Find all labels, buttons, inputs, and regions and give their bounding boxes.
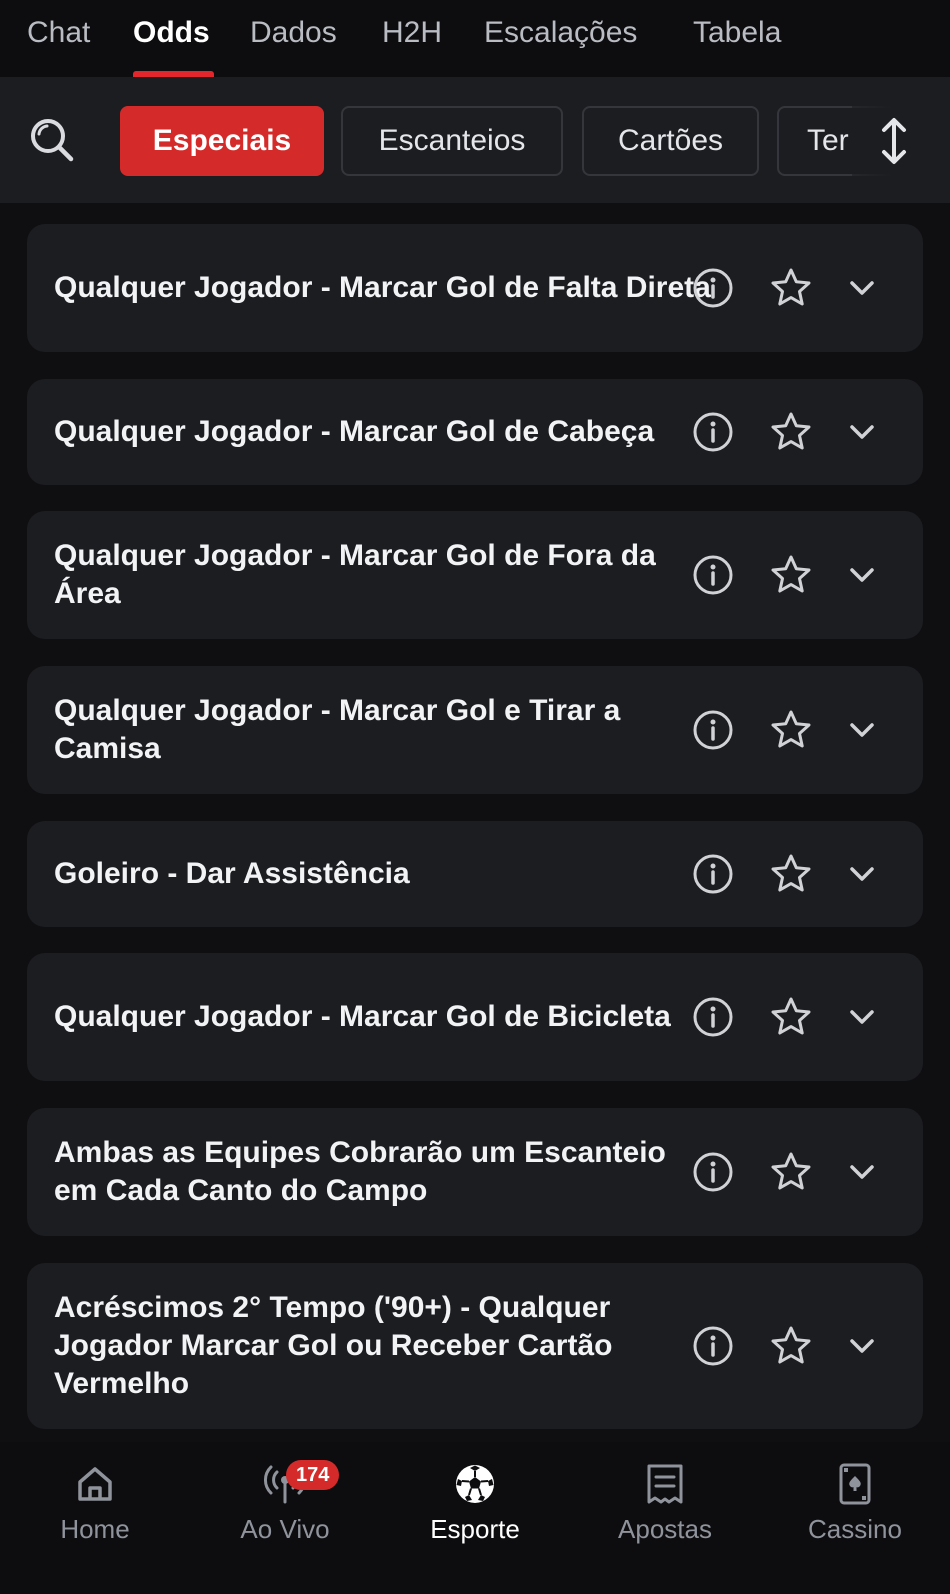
expand-button[interactable] (847, 715, 877, 745)
expand-button[interactable] (847, 1157, 877, 1187)
info-icon (693, 854, 733, 894)
chevron-down-icon (850, 568, 874, 582)
info-icon (693, 412, 733, 452)
nav-esporte-label: Esporte (430, 1514, 520, 1544)
market-card[interactable]: Ambas as Equipes Cobrarão um Escanteio e… (27, 1108, 923, 1236)
market-title: Qualquer Jogador - Marcar Gol de Falta D… (54, 271, 711, 304)
star-icon (771, 412, 811, 450)
market-title: Acréscimos 2° Tempo ('90+) - Qualquer Jo… (54, 1291, 613, 1400)
bet-slip-icon (647, 1464, 683, 1504)
chevron-down-icon (850, 1010, 874, 1024)
favorite-button[interactable] (768, 552, 814, 598)
live-count-badge: 174 (286, 1460, 340, 1490)
info-icon (693, 555, 733, 595)
expand-button[interactable] (847, 859, 877, 889)
nav-home[interactable]: Home (20, 1462, 170, 1545)
market-title: Qualquer Jogador - Marcar Gol de Fora da… (54, 539, 656, 610)
soccer-ball-icon (456, 1465, 494, 1503)
filter-chip-escanteios[interactable]: Escanteios (341, 106, 563, 176)
market-title: Ambas as Equipes Cobrarão um Escanteio e… (54, 1136, 666, 1207)
market-card[interactable]: Qualquer Jogador - Marcar Gol e Tirar a … (27, 666, 923, 794)
market-card[interactable]: Qualquer Jogador - Marcar Gol de Fora da… (27, 511, 923, 639)
market-title: Goleiro - Dar Assistência (54, 857, 410, 890)
info-button[interactable] (691, 266, 735, 310)
market-card[interactable]: Acréscimos 2° Tempo ('90+) - Qualquer Jo… (27, 1263, 923, 1429)
playing-card-icon (839, 1463, 871, 1505)
info-button[interactable] (691, 1324, 735, 1368)
tab-h2h[interactable]: H2H (382, 16, 442, 50)
info-button[interactable] (691, 410, 735, 454)
star-icon (771, 268, 811, 306)
info-button[interactable] (691, 553, 735, 597)
search-icon (31, 119, 74, 162)
favorite-button[interactable] (768, 1323, 814, 1369)
tab-odds[interactable]: Odds (133, 16, 210, 50)
favorite-button[interactable] (768, 1149, 814, 1195)
nav-cassino-label: Cassino (808, 1514, 902, 1544)
star-icon (771, 1152, 811, 1190)
home-icon (78, 1467, 112, 1501)
tab-escalacoes[interactable]: Escalações (484, 16, 637, 50)
star-icon (771, 854, 811, 892)
sort-arrows-icon (882, 118, 906, 164)
nav-apostas-label: Apostas (618, 1514, 712, 1544)
search-button[interactable] (26, 114, 78, 166)
chevron-down-icon (850, 1165, 874, 1179)
chevron-down-icon (850, 1339, 874, 1353)
chevron-down-icon (850, 867, 874, 881)
star-icon (771, 555, 811, 593)
expand-button[interactable] (847, 1331, 877, 1361)
info-icon (693, 1152, 733, 1192)
chevron-down-icon (850, 281, 874, 295)
favorite-button[interactable] (768, 409, 814, 455)
star-icon (771, 710, 811, 748)
market-title: Qualquer Jogador - Marcar Gol e Tirar a … (54, 694, 621, 765)
market-card[interactable]: Qualquer Jogador - Marcar Gol de Bicicle… (27, 953, 923, 1081)
nav-cassino[interactable]: Cassino (780, 1462, 930, 1545)
market-title: Qualquer Jogador - Marcar Gol de Bicicle… (54, 1000, 671, 1033)
nav-ao-vivo-label: Ao Vivo (240, 1514, 330, 1544)
sort-toggle-button[interactable] (874, 116, 914, 166)
tab-tabela[interactable]: Tabela (693, 16, 781, 50)
top-tab-bar: Chat Odds Dados H2H Escalações Tabela (0, 0, 950, 77)
tab-dados[interactable]: Dados (250, 16, 337, 50)
chevron-down-icon (850, 723, 874, 737)
expand-button[interactable] (847, 560, 877, 590)
favorite-button[interactable] (768, 994, 814, 1040)
nav-esporte[interactable]: Esporte (400, 1462, 550, 1545)
star-icon (771, 997, 811, 1035)
market-card[interactable]: Qualquer Jogador - Marcar Gol de Falta D… (27, 224, 923, 352)
expand-button[interactable] (847, 417, 877, 447)
favorite-button[interactable] (768, 851, 814, 897)
favorite-button[interactable] (768, 265, 814, 311)
tab-chat[interactable]: Chat (27, 16, 90, 50)
expand-button[interactable] (847, 1002, 877, 1032)
info-icon (693, 997, 733, 1037)
market-card[interactable]: Goleiro - Dar Assistência (27, 821, 923, 927)
market-card[interactable]: Qualquer Jogador - Marcar Gol de Cabeça (27, 379, 923, 485)
info-icon (693, 1326, 733, 1366)
favorite-button[interactable] (768, 707, 814, 753)
expand-button[interactable] (847, 273, 877, 303)
info-button[interactable] (691, 708, 735, 752)
nav-home-label: Home (60, 1514, 130, 1544)
info-button[interactable] (691, 852, 735, 896)
info-icon (693, 268, 733, 308)
chevron-down-icon (850, 425, 874, 439)
info-icon (693, 710, 733, 750)
star-icon (771, 1326, 811, 1364)
filter-chip-especiais[interactable]: Especiais (120, 106, 324, 176)
filter-chip-cartoes[interactable]: Cartões (582, 106, 759, 176)
market-title: Qualquer Jogador - Marcar Gol de Cabeça (54, 415, 655, 448)
info-button[interactable] (691, 1150, 735, 1194)
info-button[interactable] (691, 995, 735, 1039)
nav-apostas[interactable]: Apostas (590, 1462, 740, 1545)
